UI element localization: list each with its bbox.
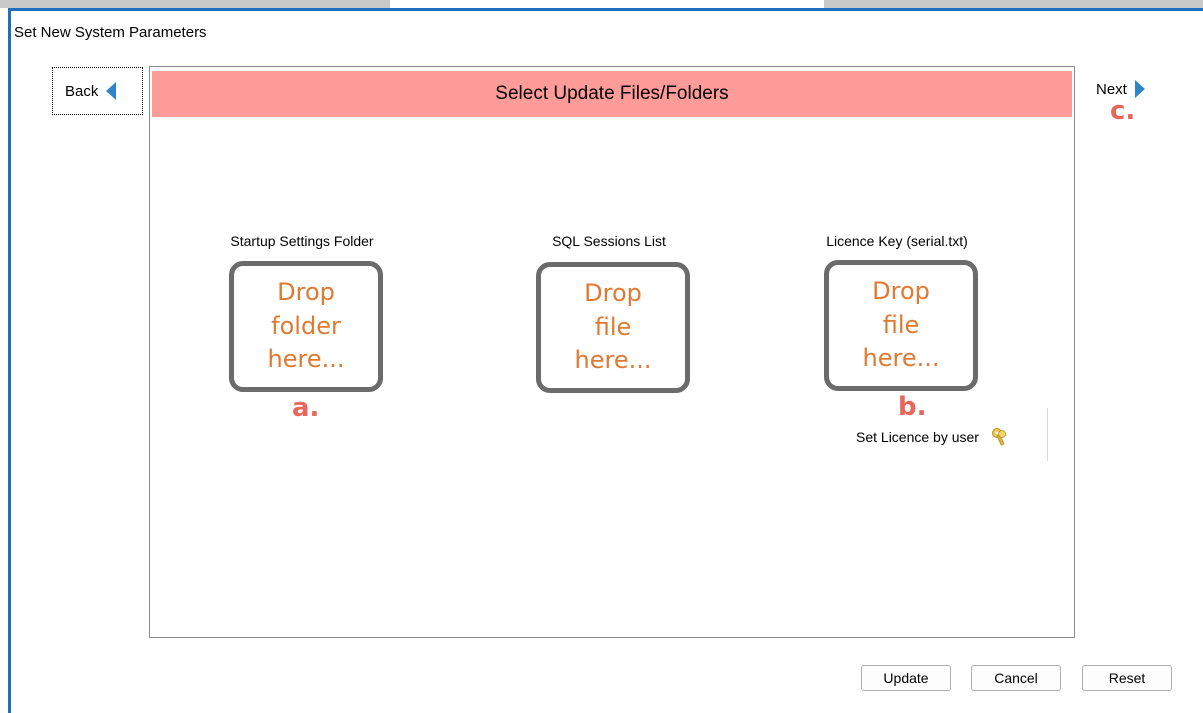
titlebar-right-strip (824, 0, 1203, 8)
startup-settings-drop-zone[interactable]: Drop folder here... (229, 261, 383, 392)
drop-line: Drop (584, 279, 642, 308)
back-button[interactable]: Back (52, 67, 143, 115)
key-icon (991, 428, 1006, 446)
window-left-border (8, 8, 11, 713)
window-top-border (10, 8, 1203, 11)
window-title: Set New System Parameters (14, 24, 207, 41)
drop-line: folder (271, 311, 341, 340)
arrow-left-icon (106, 82, 117, 100)
set-licence-label: Set Licence by user (856, 429, 979, 445)
sql-sessions-drop-zone[interactable]: Drop file here... (536, 262, 690, 393)
licence-key-label: Licence Key (serial.txt) (826, 233, 968, 249)
drop-line: Drop (277, 278, 335, 307)
drop-line: here... (574, 346, 652, 375)
drop-line: Drop (872, 277, 930, 306)
titlebar-left-strip (0, 0, 390, 8)
back-label: Back (65, 82, 99, 100)
startup-settings-label: Startup Settings Folder (230, 233, 374, 249)
drop-line: file (882, 310, 920, 339)
annotation-b: b. (898, 392, 927, 422)
reset-button[interactable]: Reset (1082, 665, 1172, 691)
next-label: Next (1096, 80, 1127, 98)
sql-sessions-label: SQL Sessions List (552, 233, 666, 249)
drop-line: file (594, 312, 632, 341)
annotation-c: c. (1110, 96, 1136, 126)
panel-header: Select Update Files/Folders (152, 71, 1072, 117)
drop-line: here... (862, 344, 940, 373)
update-button[interactable]: Update (861, 665, 951, 691)
set-licence-link[interactable]: Set Licence by user (856, 427, 1009, 447)
divider (1047, 408, 1048, 461)
arrow-right-icon (1134, 80, 1145, 98)
cancel-button[interactable]: Cancel (971, 665, 1061, 691)
licence-key-drop-zone[interactable]: Drop file here... (824, 260, 978, 391)
annotation-a: a. (292, 393, 320, 423)
drop-line: here... (267, 345, 345, 374)
